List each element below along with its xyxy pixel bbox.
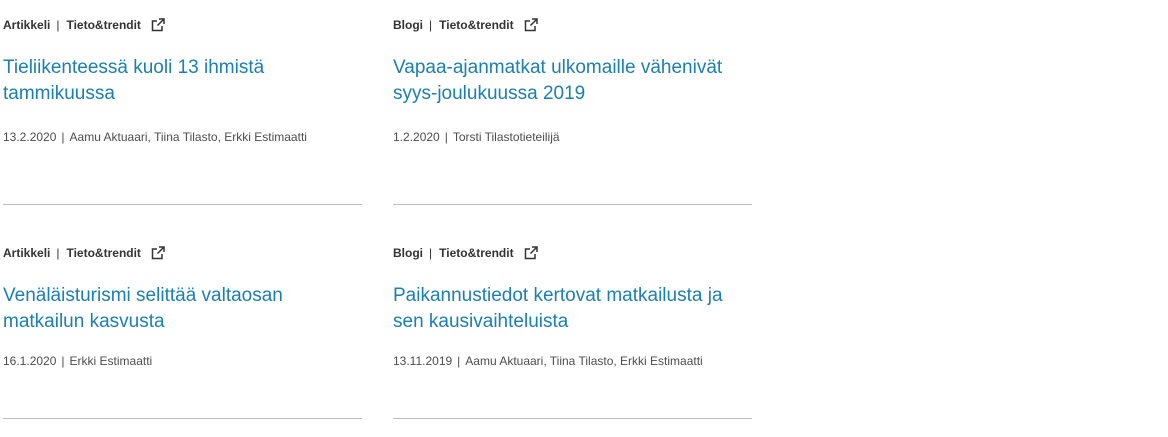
article-type: Blogi [393, 246, 423, 260]
byline-separator: | [457, 354, 461, 368]
external-link-icon[interactable] [523, 17, 539, 33]
meta-separator: | [56, 18, 60, 32]
article-card: Artikkeli | Tieto&trendit Tieliikenteess… [3, 0, 362, 205]
article-source-link[interactable]: Tieto&trendit [66, 18, 140, 32]
article-source-link[interactable]: Tieto&trendit [439, 18, 513, 32]
article-date: 13.2.2020 [3, 130, 57, 144]
article-card: Blogi | Tieto&trendit Vapaa-ajanmatkat u… [393, 0, 752, 205]
article-date: 1.2.2020 [393, 130, 440, 144]
article-type: Artikkeli [3, 18, 51, 32]
article-title-link[interactable]: Tieliikenteessä kuoli 13 ihmistä tammiku… [3, 55, 362, 107]
article-title-link[interactable]: Paikannustiedot kertovat matkailusta ja … [393, 283, 752, 335]
meta-separator: | [56, 246, 60, 260]
article-date: 13.11.2019 [393, 354, 453, 368]
article-meta: Artikkeli | Tieto&trendit [3, 245, 166, 261]
article-type: Blogi [393, 18, 423, 32]
external-link-icon[interactable] [150, 17, 166, 33]
meta-separator: | [429, 18, 433, 32]
article-byline: 16.1.2020 | Erkki Estimaatti [3, 354, 152, 368]
article-byline: 13.2.2020 | Aamu Aktuaari, Tiina Tilasto, … [3, 130, 307, 144]
byline-separator: | [444, 130, 448, 144]
article-source-link[interactable]: Tieto&trendit [66, 246, 140, 260]
article-title-link[interactable]: Venäläisturismi selittää valtaosan matka… [3, 283, 362, 335]
article-source-link[interactable]: Tieto&trendit [439, 246, 513, 260]
external-link-icon[interactable] [523, 245, 539, 261]
article-type: Artikkeli [3, 246, 51, 260]
article-meta: Artikkeli | Tieto&trendit [3, 17, 166, 33]
article-card: Blogi | Tieto&trendit Paikannustiedot ke… [393, 230, 752, 419]
byline-separator: | [61, 130, 65, 144]
external-link-icon[interactable] [150, 245, 166, 261]
article-meta: Blogi | Tieto&trendit [393, 245, 539, 261]
article-meta: Blogi | Tieto&trendit [393, 17, 539, 33]
article-date: 16.1.2020 [3, 354, 57, 368]
meta-separator: | [429, 246, 433, 260]
article-authors: Aamu Aktuaari, Tiina Tilasto, Erkki Esti… [69, 130, 307, 144]
article-authors: Erkki Estimaatti [69, 354, 153, 368]
byline-separator: | [61, 354, 65, 368]
article-title-link[interactable]: Vapaa-ajanmatkat ulkomaille vähenivät sy… [393, 55, 752, 107]
article-authors: Torsti Tilastotieteilijä [452, 130, 560, 144]
article-authors: Aamu Aktuaari, Tiina Tilasto, Erkki Esti… [465, 354, 703, 368]
article-byline: 13.11.2019 | Aamu Aktuaari, Tiina Tilasto,… [393, 354, 703, 368]
article-card: Artikkeli | Tieto&trendit Venäläisturism… [3, 230, 362, 419]
article-byline: 1.2.2020 | Torsti Tilastotieteilijä [393, 130, 560, 144]
